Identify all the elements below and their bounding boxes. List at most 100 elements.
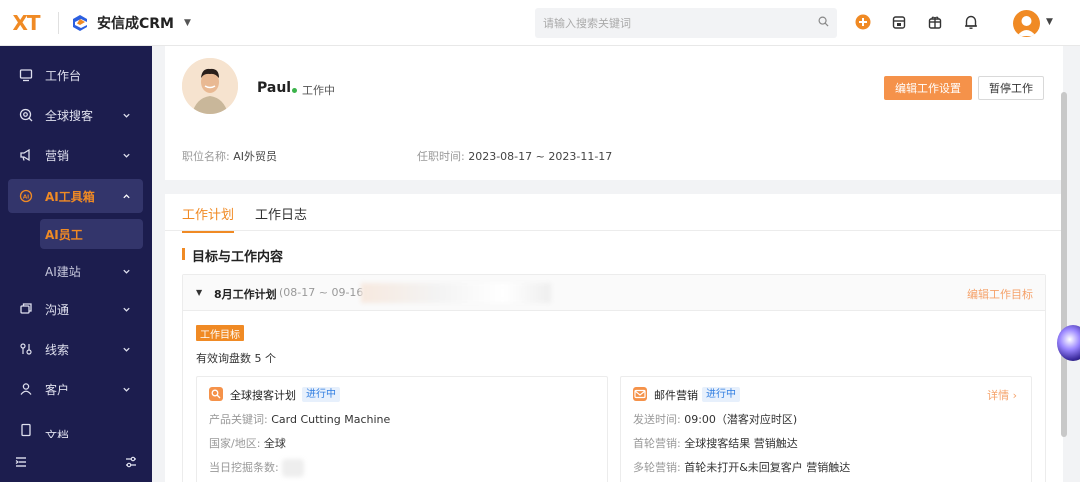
customer-icon — [18, 381, 34, 397]
top-bar: XT 安信成CRM ▼ ▼ — [0, 0, 1080, 46]
ai-toolbox-icon: AI — [18, 188, 34, 204]
search-input[interactable] — [543, 16, 818, 30]
row-label: 首轮营销: — [633, 437, 681, 450]
add-circle-icon[interactable] — [852, 11, 874, 33]
main-content: Paul 工作中 编辑工作设置 暂停工作 职位名称: AI外贸员 任职时间: 2… — [152, 46, 1080, 482]
row-value: 09:00（潜客对应时区) — [684, 413, 798, 426]
sidebar-item-leads[interactable]: 线索 — [8, 332, 143, 366]
chevron-down-icon — [122, 265, 131, 279]
sidebar-subitem-ai-employee[interactable]: AI员工 — [40, 219, 143, 249]
svg-text:AI: AI — [23, 194, 29, 200]
sidebar-item-label: 营销 — [45, 148, 70, 163]
sidebar-item-workbench[interactable]: 工作台 — [8, 58, 143, 92]
sidebar-subitem-label: AI员工 — [45, 227, 83, 242]
leads-icon — [18, 341, 34, 357]
sidebar-item-documents[interactable]: 文档 — [8, 412, 143, 438]
row-label: 国家/地区: — [209, 437, 261, 450]
sidebar-subitem-ai-site[interactable]: AI建站 — [40, 256, 143, 286]
divider — [58, 11, 59, 34]
brand-switcher[interactable]: 安信成CRM ▼ — [71, 13, 191, 33]
plan-title: 8月工作计划 — [214, 288, 277, 301]
chat-icon — [18, 301, 34, 317]
position-label: 职位名称: — [182, 150, 230, 163]
tenure-field: 任职时间: 2023-08-17 ~ 2023-11-17 — [417, 148, 612, 164]
position-value: AI外贸员 — [233, 150, 277, 163]
sidebar-item-marketing[interactable]: 营销 — [8, 138, 143, 172]
xt-logo[interactable]: XT — [0, 0, 52, 46]
gift-icon[interactable] — [924, 11, 946, 33]
sidebar-item-customers[interactable]: 客户 — [8, 372, 143, 406]
row-label: 产品关键词: — [209, 413, 268, 426]
sidebar-item-label: 文档 — [45, 429, 70, 438]
status-badge: 工作中 — [292, 82, 335, 98]
sidebar: 工作台 全球搜客 营销 AI AI工具箱 AI员工 AI建站 沟通 线索 客户 … — [0, 46, 152, 482]
monitor-icon — [18, 67, 34, 83]
chevron-down-icon — [122, 383, 131, 397]
status-text: 工作中 — [302, 84, 335, 97]
email-marketing-card: 邮件营销 进行中 详情 › 发送时间: 09:00（潜客对应时区) 首轮营销: … — [620, 376, 1032, 482]
row-value: Card Cutting Machine — [271, 413, 391, 426]
sidebar-item-global-search[interactable]: 全球搜客 — [8, 98, 143, 132]
user-avatar[interactable] — [1013, 10, 1040, 37]
sidebar-item-label: 工作台 — [45, 68, 82, 83]
tenure-label: 任职时间: — [417, 150, 465, 163]
tab-work-log[interactable]: 工作日志 — [255, 204, 307, 231]
chevron-down-icon — [122, 149, 131, 163]
monthly-plan-panel: ▼ 8月工作计划 (08-17 ~ 09-16 编辑工作目标 工作目标 有效询盘… — [182, 274, 1046, 482]
caret-down-icon: ▼ — [184, 17, 191, 28]
store-icon[interactable] — [888, 11, 910, 33]
pause-work-button[interactable]: 暂停工作 — [978, 76, 1044, 100]
goal-text: 有效询盘数 5 个 — [196, 352, 276, 365]
plan-header[interactable]: ▼ 8月工作计划 (08-17 ~ 09-16 编辑工作目标 — [183, 275, 1045, 311]
sidebar-item-label: 全球搜客 — [45, 108, 94, 123]
sidebar-item-label: AI工具箱 — [45, 189, 95, 204]
tab-work-plan[interactable]: 工作计划 — [182, 204, 235, 233]
chevron-down-icon — [122, 109, 131, 123]
plan-date-range: (08-17 ~ 09-16 — [279, 286, 364, 299]
tenure-value: 2023-08-17 ~ 2023-11-17 — [468, 150, 613, 163]
employee-profile-card: Paul 工作中 编辑工作设置 暂停工作 职位名称: AI外贸员 任职时间: 2… — [165, 46, 1063, 180]
row-value: 全球搜客结果 营销触达 — [684, 437, 798, 450]
mail-icon — [633, 387, 647, 401]
edit-goal-link[interactable]: 编辑工作目标 — [967, 286, 1033, 302]
global-search-plan-card: 全球搜客计划 进行中 产品关键词: Card Cutting Machine 国… — [196, 376, 608, 482]
redacted-value — [282, 459, 305, 477]
scrollbar[interactable] — [1061, 92, 1067, 437]
details-label: 详情 — [987, 389, 1010, 402]
chevron-up-icon — [122, 190, 131, 204]
settings-sliders-icon[interactable] — [124, 455, 138, 472]
sidebar-footer — [0, 444, 152, 482]
employee-name: Paul — [257, 80, 292, 96]
sidebar-subitem-label: AI建站 — [45, 264, 81, 279]
sidebar-item-label: 客户 — [45, 382, 70, 397]
in-progress-badge: 进行中 — [302, 387, 340, 402]
sidebar-item-label: 沟通 — [45, 302, 70, 317]
bell-icon[interactable] — [960, 11, 982, 33]
row-value: 全球 — [263, 437, 286, 450]
search-icon[interactable] — [818, 16, 829, 30]
edit-work-settings-button[interactable]: 编辑工作设置 — [884, 76, 972, 100]
card-title: 全球搜客计划 — [230, 389, 296, 402]
caret-down-icon[interactable]: ▼ — [1046, 17, 1053, 27]
chevron-down-icon — [122, 303, 131, 317]
card-row: 当日挖掘条数: — [209, 459, 305, 477]
redacted-area — [361, 283, 551, 303]
collapse-menu-icon[interactable] — [14, 455, 28, 472]
sidebar-item-label: 线索 — [45, 342, 70, 357]
row-label: 发送时间: — [633, 413, 681, 426]
document-icon — [18, 422, 34, 438]
work-plan-card: 工作计划 工作日志 目标与工作内容 ▼ 8月工作计划 (08-17 ~ 09-1… — [165, 194, 1063, 482]
section-title: 目标与工作内容 — [182, 246, 283, 265]
globe-search-icon — [18, 107, 34, 123]
brand-name: 安信成CRM — [97, 15, 174, 32]
sidebar-item-ai-toolbox[interactable]: AI AI工具箱 — [8, 179, 143, 213]
details-link[interactable]: 详情 › — [987, 387, 1017, 403]
card-row: 产品关键词: Card Cutting Machine — [209, 411, 390, 427]
card-row: 发送时间: 09:00（潜客对应时区) — [633, 411, 797, 427]
collapse-triangle-icon[interactable]: ▼ — [196, 288, 202, 297]
sidebar-item-communication[interactable]: 沟通 — [8, 292, 143, 326]
row-value: 首轮未打开&未回复客户 营销触达 — [684, 461, 851, 474]
in-progress-badge: 进行中 — [702, 387, 740, 402]
search-bar[interactable] — [535, 8, 837, 38]
chevron-down-icon — [122, 343, 131, 357]
